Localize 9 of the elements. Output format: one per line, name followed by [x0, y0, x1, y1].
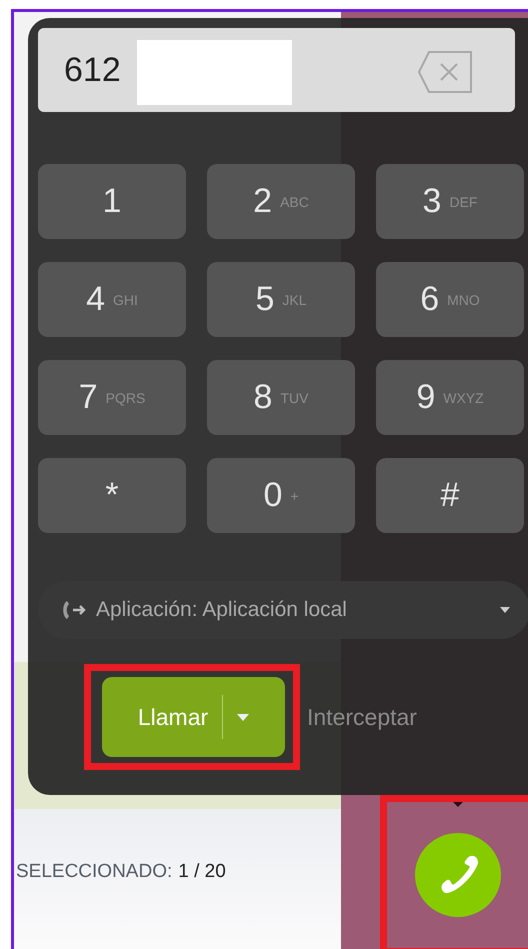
intercept-link[interactable]: Interceptar [307, 704, 417, 730]
caret-icon [500, 607, 510, 613]
selected-count-value: 1 / 20 [178, 861, 226, 883]
keypad-key[interactable]: # [376, 458, 524, 533]
keypad-key[interactable]: 0 + [207, 458, 355, 533]
keypad-key[interactable]: 1 [38, 164, 186, 239]
caret-icon [237, 714, 250, 720]
keypad-key[interactable]: * [38, 458, 186, 533]
selected-count-label: SELECCIONADO: [16, 861, 172, 883]
